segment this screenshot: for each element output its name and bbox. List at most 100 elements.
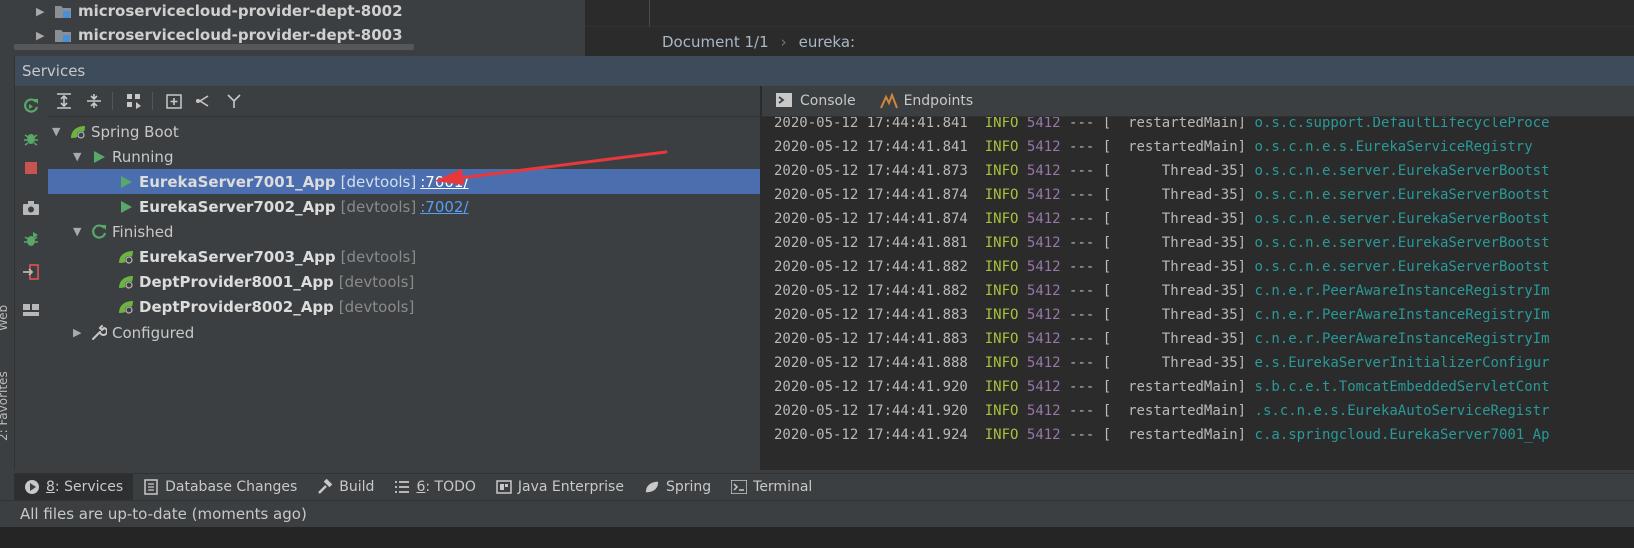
run-icon [116,173,136,191]
collapse-arrow-icon[interactable]: ▼ [52,125,68,138]
log-pid: 5412 [1026,259,1061,275]
debug-icon[interactable] [19,126,43,150]
tree-node-configured[interactable]: ▶ Configured [48,320,785,345]
tab-endpoints[interactable]: Endpoints [879,93,974,109]
expand-arrow-icon[interactable]: ▶ [73,326,89,339]
project-tree-item[interactable]: ▶ microservicecloud-provider-dept-8002 [36,0,403,22]
annotation-arrow [434,150,668,185]
tab-label: Endpoints [903,93,974,109]
log-thread: Thread-35] [1119,163,1247,179]
collapse-arrow-icon[interactable]: ▼ [73,225,89,238]
group-by-icon[interactable] [122,89,146,113]
java-enterprise-icon [496,479,512,495]
log-logger: c.n.e.r.PeerAwareInstanceRegistryIm [1254,307,1550,323]
log-separator: --- [ [1069,403,1112,419]
log-level: INFO [984,187,1019,203]
log-level: INFO [984,379,1019,395]
tab-console[interactable]: Console [776,93,856,109]
log-timestamp: 2020-05-12 17:44:41.881 [774,235,968,251]
log-timestamp: 2020-05-12 17:44:41.841 [774,117,968,131]
editor-area [585,0,1634,27]
service-port-link[interactable]: :7002/ [420,198,468,216]
log-timestamp: 2020-05-12 17:44:41.883 [774,331,968,347]
log-thread: restartedMain] [1119,427,1247,443]
horizontal-scrollbar[interactable] [14,44,414,50]
service-tag: [devtools] [340,172,417,191]
tool-label: : Services [54,479,124,495]
tool-label: Terminal [753,479,813,495]
tool-label: : TODO [425,479,476,495]
log-timestamp: 2020-05-12 17:44:41.883 [774,307,968,323]
log-line: 2020-05-12 17:44:41.883 INFO 5412 --- [ … [774,303,1550,327]
collapse-all-icon[interactable] [82,89,106,113]
console-output[interactable]: 2020-05-12 17:44:41.841 INFO 5412 --- [ … [762,117,1634,470]
spring-boot-icon [68,123,88,141]
layout-icon[interactable] [19,298,43,322]
log-thread: restartedMain] [1119,403,1247,419]
service-row-dept8002[interactable]: DeptProvider8002_App [devtools] [48,294,828,319]
rerun-icon[interactable] [19,94,43,118]
service-row-eureka7003[interactable]: EurekaServer7003_App [devtools] [48,244,828,269]
log-pid: 5412 [1026,283,1061,299]
left-tool-stripe: Web 2: Favorites [0,56,15,470]
wrench-icon [89,324,109,342]
log-logger: o.s.c.support.DefaultLifecycleProce [1254,117,1550,131]
tree-node-label: Finished [112,222,174,241]
login-icon[interactable] [19,260,43,284]
favorites-stripe-button[interactable]: 2: Favorites [0,371,10,441]
service-row-eureka7002[interactable]: EurekaServer7002_App [devtools] :7002/ [48,194,828,219]
service-name: EurekaServer7001_App [139,172,336,191]
log-line: 2020-05-12 17:44:41.924 INFO 5412 --- [ … [774,423,1550,447]
log-logger: .s.c.n.e.s.EurekaAutoServiceRegistr [1254,403,1550,419]
log-pid: 5412 [1026,139,1061,155]
tool-java-enterprise[interactable]: Java Enterprise [486,474,634,500]
stop-icon[interactable] [19,156,43,180]
log-logger: c.n.e.r.PeerAwareInstanceRegistryIm [1254,331,1550,347]
log-thread: restartedMain] [1119,379,1247,395]
log-separator: --- [ [1069,211,1112,227]
breadcrumb-key[interactable]: eureka: [799,33,855,51]
service-name: DeptProvider8001_App [139,272,334,291]
tool-spring[interactable]: Spring [634,474,721,500]
log-separator: --- [ [1069,355,1112,371]
service-row-dept8001[interactable]: DeptProvider8001_App [devtools] [48,269,828,294]
tree-node-finished[interactable]: ▼ Finished [48,219,785,244]
console-tabs: Console Endpoints [762,86,1634,117]
log-line: 2020-05-12 17:44:41.920 INFO 5412 --- [ … [774,399,1550,423]
log-logger: o.s.c.n.e.server.EurekaServerBootst [1254,211,1550,227]
log-level: INFO [984,163,1019,179]
collapse-arrow-icon[interactable]: ▼ [73,150,89,163]
tool-build[interactable]: Build [307,474,384,500]
debug-attach-icon[interactable] [19,228,43,252]
tool-terminal[interactable]: Terminal [721,474,822,500]
tool-todo[interactable]: 6: TODO [384,474,485,500]
log-timestamp: 2020-05-12 17:44:41.920 [774,379,968,395]
expand-all-icon[interactable] [52,89,76,113]
services-panel-header: Services [14,56,1634,86]
services-icon [24,479,40,495]
camera-icon[interactable] [19,196,43,220]
run-icon [89,148,109,166]
expand-arrow-icon[interactable]: ▶ [36,29,54,42]
expand-arrow-icon[interactable]: ▶ [36,5,54,18]
tool-services[interactable]: 8: Services [14,474,134,500]
log-separator: --- [ [1069,187,1112,203]
finished-icon [89,223,109,241]
merge-icon[interactable] [222,89,246,113]
branch-icon[interactable] [192,89,216,113]
log-logger: e.s.EurekaServerInitializerConfigur [1254,355,1550,371]
project-tree-item[interactable]: ▶ microservicecloud-provider-dept-8003 [36,24,403,46]
tree-node-label: Configured [112,323,195,342]
project-tree: ▶ microservicecloud-provider-dept-8002 ▶… [0,0,584,54]
log-timestamp: 2020-05-12 17:44:41.874 [774,187,968,203]
tool-database-changes[interactable]: Database Changes [133,474,307,500]
breadcrumb-document[interactable]: Document 1/1 [662,33,769,51]
web-stripe-button[interactable]: Web [0,305,10,331]
log-timestamp: 2020-05-12 17:44:41.924 [774,427,968,443]
log-thread: Thread-35] [1119,259,1247,275]
services-action-toolbar [15,86,47,470]
log-thread: restartedMain] [1119,139,1247,155]
new-service-icon[interactable] [162,89,186,113]
tool-label: Build [339,479,375,495]
log-timestamp: 2020-05-12 17:44:41.920 [774,403,968,419]
